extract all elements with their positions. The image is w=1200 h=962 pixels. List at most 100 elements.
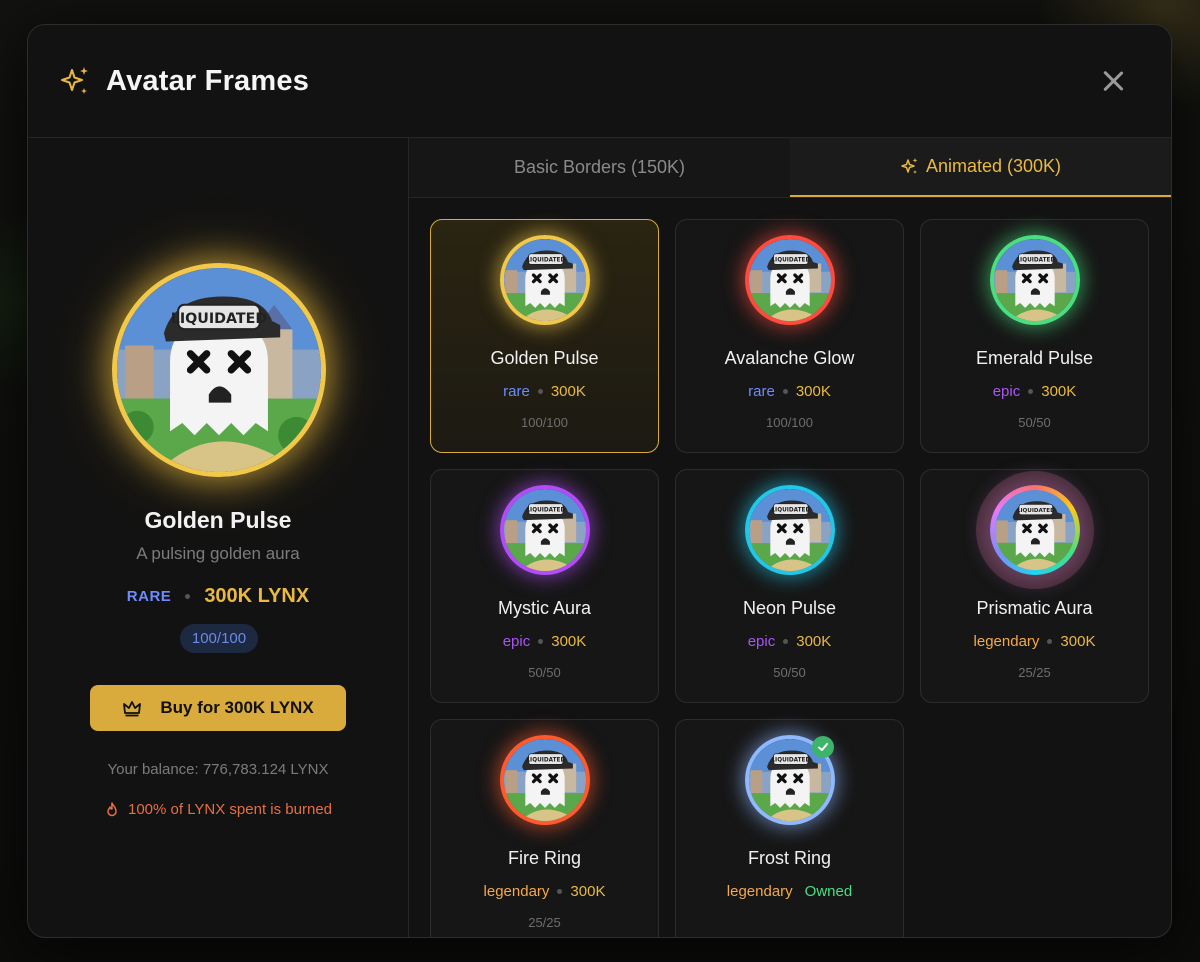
frame-stock: 50/50 <box>1018 415 1051 430</box>
avatar-frames-modal: Avatar Frames LIQUIDATED Golden Pulse A … <box>27 24 1172 938</box>
sparkles-icon <box>61 67 88 94</box>
frame-price: 300K <box>795 383 831 400</box>
frame-card-mystic-aura[interactable]: LIQUIDATED Mystic Aura epic 300K 50/50 <box>430 469 659 703</box>
svg-text:LIQUIDATED: LIQUIDATED <box>1016 258 1055 264</box>
frame-rarity: legendary <box>726 883 793 900</box>
separator-dot <box>185 594 191 599</box>
frame-name: Avalanche Glow <box>724 348 855 368</box>
frame-card-prismatic-aura[interactable]: LIQUIDATED Prismatic Aura legendary 300K 25… <box>920 469 1149 703</box>
frame-rarity: epic <box>502 633 531 650</box>
frame-card-neon-pulse[interactable]: LIQUIDATED Neon Pulse epic 300K 50/50 <box>675 469 904 703</box>
owned-label: Owned <box>804 883 853 900</box>
frame-meta: epic 300K <box>676 633 903 650</box>
frame-rarity: rare <box>748 383 775 400</box>
frame-name: Prismatic Aura <box>976 598 1093 618</box>
frame-price: 300K <box>570 883 606 900</box>
frame-name: Frost Ring <box>747 848 832 868</box>
frame-rarity: epic <box>992 383 1021 400</box>
frame-stock: 50/50 <box>528 665 561 680</box>
svg-text:LIQUIDATED: LIQUIDATED <box>771 258 810 264</box>
preview-frame-description: A pulsing golden aura <box>136 544 300 563</box>
frame-preview-avatar: LIQUIDATED <box>500 735 590 825</box>
preview-frame-name: Golden Pulse <box>144 507 292 533</box>
frame-meta: rare 300K <box>431 383 658 400</box>
preview-stock-badge: 100/100 <box>180 624 258 653</box>
frame-preview-avatar: LIQUIDATED <box>745 235 835 325</box>
frame-preview-avatar: LIQUIDATED <box>990 485 1080 575</box>
preview-rarity: RARE <box>126 588 172 605</box>
tab-basic-borders[interactable]: Basic Borders (150K) <box>409 138 790 197</box>
frame-stock: 100/100 <box>521 415 568 430</box>
frame-meta: rare 300K <box>676 383 903 400</box>
frame-meta: epic 300K <box>921 383 1148 400</box>
frame-rarity: epic <box>747 633 776 650</box>
separator-dot <box>537 389 543 394</box>
frame-meta: legendary 300K <box>431 883 658 900</box>
frame-rarity: legendary <box>483 883 550 900</box>
frame-name: Golden Pulse <box>490 348 599 368</box>
frame-card-fire-ring[interactable]: LIQUIDATED Fire Ring legendary 300K 25/25 <box>430 719 659 937</box>
separator-dot <box>1047 639 1053 644</box>
frame-stock: 100/100 <box>766 415 813 430</box>
frame-meta: legendary Owned <box>676 883 903 900</box>
frame-card-frost-ring[interactable]: LIQUIDATED Frost Ring legendary Owned <box>675 719 904 937</box>
frame-preview-avatar: LIQUIDATED <box>745 485 835 575</box>
frame-card-golden-pulse[interactable]: LIQUIDATED Golden Pulse rare 300K 100/100 <box>430 219 659 453</box>
separator-dot <box>783 639 789 644</box>
modal-header: Avatar Frames <box>28 25 1171 138</box>
frame-name: Mystic Aura <box>497 598 592 618</box>
svg-text:LIQUIDATED: LIQUIDATED <box>526 258 565 264</box>
balance-text: Your balance: 776,783.124 LYNX <box>107 761 329 778</box>
burn-note: 100% of LYNX spent is burned <box>28 801 408 818</box>
frame-preview-avatar: LIQUIDATED <box>990 235 1080 325</box>
frame-stock: 50/50 <box>773 665 806 680</box>
flame-icon <box>107 801 117 816</box>
svg-text:LIQUIDATED: LIQUIDATED <box>771 508 810 514</box>
cap-text: LIQUIDATED <box>171 311 268 327</box>
frame-name: Emerald Pulse <box>975 348 1094 368</box>
preview-panel: LIQUIDATED Golden Pulse A pulsing golden… <box>28 138 409 937</box>
frame-tabs: Basic Borders (150K) Animated (300K) <box>409 138 1171 198</box>
ghost-avatar-image: LIQUIDATED <box>117 268 321 472</box>
separator-dot <box>1028 389 1034 394</box>
frame-price: 300K <box>796 633 832 650</box>
frame-price: 300K <box>1060 633 1096 650</box>
frame-stock: 25/25 <box>528 915 561 930</box>
burn-note-text: 100% of LYNX spent is burned <box>127 801 333 818</box>
tab-label: Animated (300K) <box>925 156 1062 176</box>
frame-preview-avatar: LIQUIDATED <box>500 485 590 575</box>
frame-stock: 25/25 <box>1018 665 1051 680</box>
sparkles-icon <box>901 157 918 174</box>
separator-dot <box>538 639 544 644</box>
preview-meta: RARE 300K LYNX <box>28 585 408 608</box>
buy-button[interactable]: Buy for 300K LYNX <box>90 685 346 731</box>
separator-dot <box>557 889 563 894</box>
frame-name: Neon Pulse <box>742 598 837 618</box>
frame-rarity: legendary <box>973 633 1040 650</box>
frame-rarity: rare <box>503 383 530 400</box>
close-icon[interactable] <box>1099 67 1127 95</box>
frame-card-emerald-pulse[interactable]: LIQUIDATED Emerald Pulse epic 300K 50/50 <box>920 219 1149 453</box>
separator-dot <box>782 389 788 394</box>
frame-preview-avatar: LIQUIDATED <box>500 235 590 325</box>
buy-button-label: Buy for 300K LYNX <box>160 698 314 717</box>
frame-meta: epic 300K <box>431 633 658 650</box>
frame-price: 300K <box>551 633 587 650</box>
crown-icon <box>123 701 142 717</box>
tab-animated[interactable]: Animated (300K) <box>790 138 1171 197</box>
frame-card-avalanche-glow[interactable]: LIQUIDATED Avalanche Glow rare 300K 100/100 <box>675 219 904 453</box>
frame-price: 300K <box>550 383 586 400</box>
frame-name: Fire Ring <box>507 848 582 868</box>
owned-check-icon <box>812 736 834 758</box>
svg-text:LIQUIDATED: LIQUIDATED <box>771 758 810 764</box>
frame-meta: legendary 300K <box>921 633 1148 650</box>
frame-price: 300K <box>1041 383 1077 400</box>
modal-title: Avatar Frames <box>106 64 310 97</box>
preview-price: 300K LYNX <box>204 585 310 607</box>
svg-text:LIQUIDATED: LIQUIDATED <box>526 508 565 514</box>
preview-avatar: LIQUIDATED <box>112 263 326 477</box>
svg-text:LIQUIDATED: LIQUIDATED <box>1017 508 1055 514</box>
frames-panel: Basic Borders (150K) Animated (300K) LIQ… <box>409 138 1171 937</box>
svg-text:LIQUIDATED: LIQUIDATED <box>526 758 565 764</box>
tab-label: Basic Borders (150K) <box>513 157 686 177</box>
